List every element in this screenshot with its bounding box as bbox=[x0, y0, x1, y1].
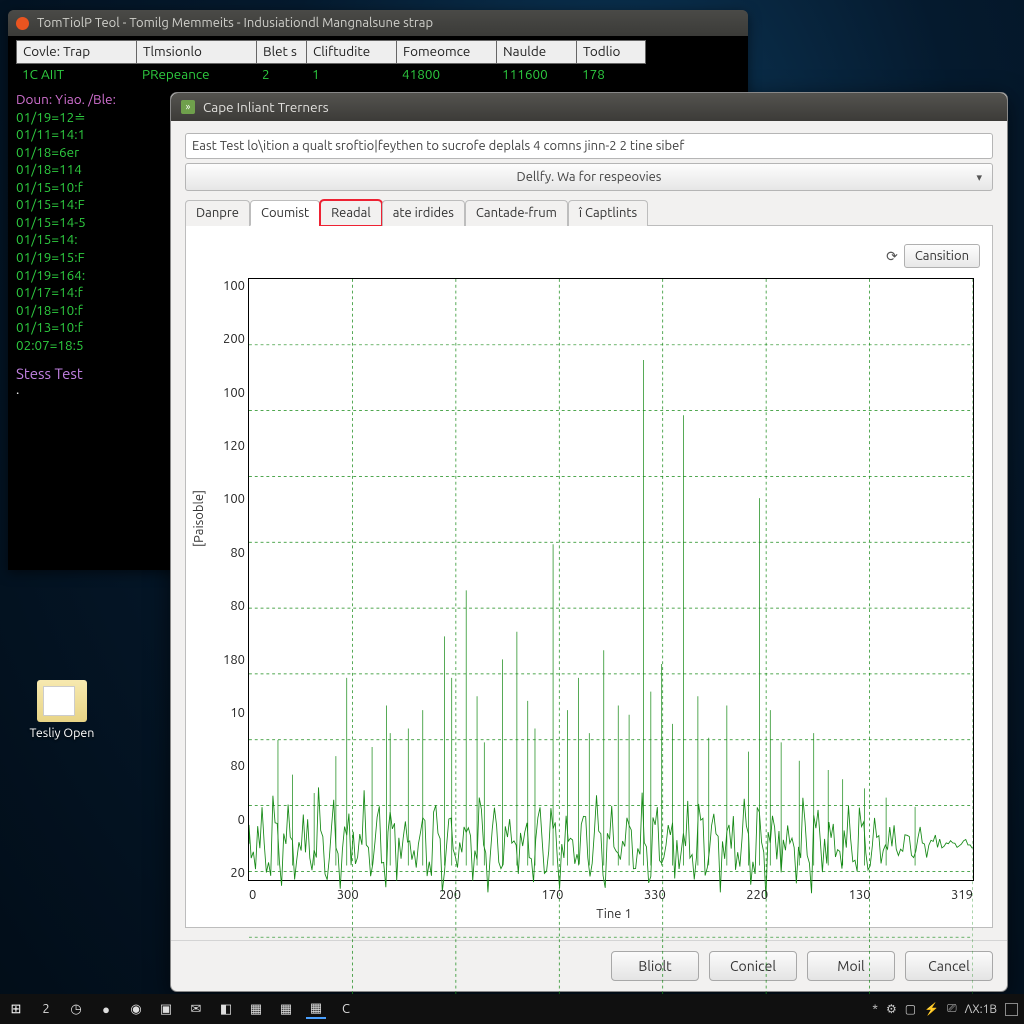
tray-item[interactable]: ▢ bbox=[905, 1002, 916, 1016]
taskbar-item[interactable]: ✉ bbox=[186, 999, 206, 1019]
y-tick: 20 bbox=[205, 866, 245, 880]
taskbar-item[interactable]: ● bbox=[96, 999, 116, 1019]
refresh-icon[interactable]: ⟳ bbox=[886, 248, 898, 265]
y-tick: 80 bbox=[205, 599, 245, 613]
terminal-title-text: TomTiolP Teol - Tomilg Memmeits - Indusi… bbox=[37, 16, 433, 30]
table-cell: 111600 bbox=[496, 64, 576, 86]
tray-item[interactable] bbox=[1005, 1003, 1018, 1016]
dialog-titlebar[interactable]: » Cape Inliant Trerners bbox=[171, 93, 1007, 121]
description-input[interactable]: East Test lo\ition a qualt sroftio|feyth… bbox=[185, 133, 993, 159]
tray-item[interactable]: ⚙ bbox=[886, 1002, 897, 1016]
x-tick: 200 bbox=[439, 888, 461, 902]
y-tick: 100 bbox=[205, 386, 245, 400]
tab-readal[interactable]: Readal bbox=[320, 200, 382, 226]
tray-item[interactable]: * bbox=[872, 1003, 878, 1016]
desktop-icon-label: Tesliy Open bbox=[22, 726, 102, 740]
y-tick: 200 bbox=[205, 332, 245, 346]
table-header: Cliftudite bbox=[306, 40, 396, 64]
table-cell: 178 bbox=[576, 64, 646, 86]
x-tick: 0 bbox=[249, 888, 256, 902]
y-tick: 0 bbox=[205, 813, 245, 827]
y-axis-ticks: 100 200 100 120 100 80 80 180 10 80 0 20 bbox=[205, 279, 245, 880]
folder-icon bbox=[37, 680, 87, 722]
x-tick: 300 bbox=[337, 888, 359, 902]
y-tick: 180 bbox=[205, 653, 245, 667]
table-header: Tlmsionlo bbox=[136, 40, 256, 64]
mode-combobox[interactable]: Dellfy. Wa for respeovies bbox=[185, 163, 993, 191]
desktop-icon[interactable]: Tesliy Open bbox=[22, 680, 102, 740]
taskbar-item[interactable]: ◷ bbox=[66, 999, 86, 1019]
tray-item[interactable]: ⚡ bbox=[924, 1002, 939, 1016]
terminal-titlebar[interactable]: TomTiolP Teol - Tomilg Memmeits - Indusi… bbox=[8, 10, 748, 36]
x-tick: 220 bbox=[746, 888, 768, 902]
taskbar-item[interactable]: 2 bbox=[36, 999, 56, 1019]
chart-panel: ⟳ Cansition [Paisoble] 10020010012010080… bbox=[185, 226, 993, 928]
plot-area[interactable]: [Paisoble] 10020010012010080801801080020… bbox=[248, 278, 974, 881]
x-tick: 170 bbox=[541, 888, 563, 902]
table-cell: 2 bbox=[256, 64, 306, 86]
table-header: Fomeomce bbox=[396, 40, 496, 64]
app-icon: » bbox=[181, 100, 195, 114]
table-header-row: Covle: TrapTlmsionloBlet sCliftuditeFome… bbox=[16, 40, 740, 64]
taskbar-item[interactable]: ▦ bbox=[306, 999, 326, 1019]
table-header: Naulde bbox=[496, 40, 576, 64]
taskbar-item[interactable]: ▦ bbox=[246, 999, 266, 1019]
taskbar-item[interactable]: ⊞ bbox=[6, 999, 26, 1019]
taskbar-item[interactable]: C bbox=[336, 999, 356, 1019]
tray-item[interactable]: ΛX:1B bbox=[965, 1003, 997, 1016]
y-axis-label: [Paisoble] bbox=[192, 490, 206, 547]
table-header: Todlio bbox=[576, 40, 646, 64]
y-tick: 100 bbox=[205, 279, 245, 293]
y-tick: 120 bbox=[205, 439, 245, 453]
tab-ate-irdides[interactable]: ate irdides bbox=[382, 200, 465, 226]
table-cell: 41800 bbox=[396, 64, 496, 86]
dialog-window: » Cape Inliant Trerners East Test lo\iti… bbox=[170, 92, 1008, 992]
x-axis-ticks: 0 300 200 170 330 220 130 319 bbox=[249, 888, 973, 902]
table-cell: PRepeance bbox=[136, 64, 256, 86]
taskbar-item[interactable]: ◧ bbox=[216, 999, 236, 1019]
table-cell: 1C AIIT bbox=[16, 64, 136, 86]
table-row: 1C AIITPRepeance2141800111600178 bbox=[16, 64, 740, 86]
y-tick: 10 bbox=[205, 706, 245, 720]
tab-danpre[interactable]: Danpre bbox=[185, 200, 250, 226]
table-header: Blet s bbox=[256, 40, 306, 64]
cancel-chart-button[interactable]: Cansition bbox=[904, 244, 980, 268]
description-text: East Test lo\ition a qualt sroftio|feyth… bbox=[192, 139, 684, 153]
table-cell: 1 bbox=[306, 64, 396, 86]
tray-item[interactable]: ⎚ bbox=[947, 1002, 957, 1016]
system-tray[interactable]: * ⚙ ▢ ⚡ ⎚ ΛX:1B bbox=[872, 1002, 1018, 1016]
taskbar-item[interactable]: ▣ bbox=[156, 999, 176, 1019]
tab-cantade-frum[interactable]: Cantade-frum bbox=[465, 200, 568, 226]
taskbar-item[interactable]: ◉ bbox=[126, 999, 146, 1019]
y-tick: 100 bbox=[205, 492, 245, 506]
combo-value: Dellfy. Wa for respeovies bbox=[517, 170, 662, 184]
y-tick: 80 bbox=[205, 546, 245, 560]
tab--captlints[interactable]: î Captlints bbox=[568, 200, 648, 226]
y-tick: 80 bbox=[205, 759, 245, 773]
x-tick: 330 bbox=[644, 888, 666, 902]
tab-bar: DanpreCoumistReadalate irdidesCantade-fr… bbox=[185, 199, 993, 226]
taskbar-item[interactable]: ▦ bbox=[276, 999, 296, 1019]
taskbar: ⊞ 2 ◷ ● ◉ ▣ ✉ ◧ ▦ ▦ ▦ C * ⚙ ▢ ⚡ ⎚ ΛX:1B bbox=[0, 994, 1024, 1024]
dialog-title-text: Cape Inliant Trerners bbox=[203, 99, 329, 115]
table-header: Covle: Trap bbox=[16, 40, 136, 64]
tab-coumist[interactable]: Coumist bbox=[250, 200, 320, 226]
close-icon[interactable] bbox=[16, 17, 29, 30]
x-tick: 130 bbox=[849, 888, 871, 902]
x-tick: 319 bbox=[951, 888, 973, 902]
